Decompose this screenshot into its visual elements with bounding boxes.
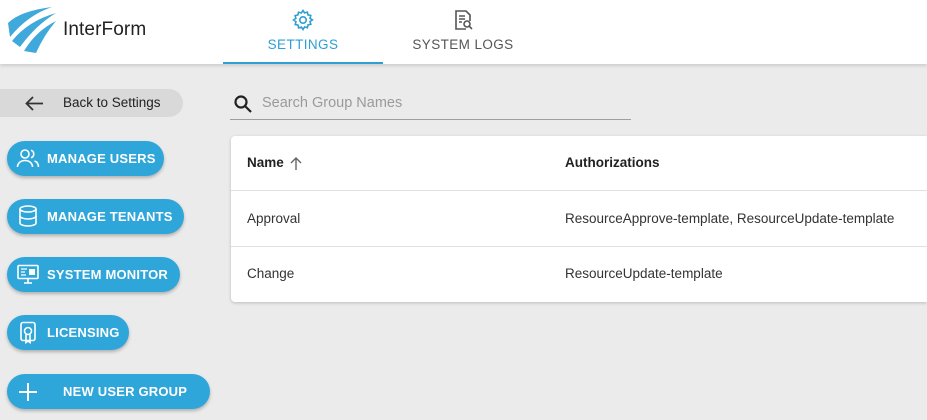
back-to-settings-button[interactable]: Back to Settings (0, 89, 183, 117)
table-row[interactable]: Approval ResourceApprove-template, Resou… (231, 192, 927, 247)
gear-icon (292, 9, 314, 31)
group-name-cell: Approval (247, 211, 301, 226)
users-icon (16, 149, 40, 168)
groups-table: Name Authorizations Approval ResourceApp… (231, 136, 927, 302)
tab-system-logs-label: SYSTEM LOGS (412, 37, 514, 52)
new-user-group-button[interactable]: NEW USER GROUP (7, 374, 210, 409)
monitor-icon (17, 264, 39, 284)
interform-logo (8, 7, 56, 53)
search-input[interactable] (262, 92, 622, 114)
arrow-left-icon (25, 96, 43, 111)
back-to-settings-label: Back to Settings (63, 95, 161, 110)
group-name-cell: Change (247, 266, 295, 281)
manage-users-label: MANAGE USERS (47, 151, 156, 166)
column-header-name[interactable]: Name (247, 155, 284, 170)
tab-settings-label: SETTINGS (267, 37, 339, 52)
authorizations-cell: ResourceApprove-template, ResourceUpdate… (565, 211, 895, 226)
column-header-authorizations: Authorizations (565, 155, 660, 170)
app-title: InterForm (63, 19, 147, 40)
manage-tenants-button[interactable]: MANAGE TENANTS (7, 199, 184, 234)
top-bar: InterForm SETTINGS SYSTEM LOGS (0, 0, 927, 64)
licensing-button[interactable]: LICENSING (7, 315, 129, 350)
table-header-row: Name Authorizations (231, 136, 927, 191)
system-monitor-label: SYSTEM MONITOR (47, 267, 169, 282)
licensing-label: LICENSING (47, 325, 120, 340)
authorizations-cell: ResourceUpdate-template (565, 266, 723, 281)
search-icon (234, 95, 252, 113)
manage-users-button[interactable]: MANAGE USERS (7, 141, 164, 176)
active-tab-indicator (223, 62, 383, 64)
manage-tenants-label: MANAGE TENANTS (47, 209, 173, 224)
license-badge-icon (20, 321, 36, 345)
search-bar (230, 89, 631, 120)
new-user-group-label: NEW USER GROUP (63, 384, 188, 399)
sort-ascending-icon[interactable] (289, 156, 303, 171)
log-search-icon (455, 10, 473, 30)
system-monitor-button[interactable]: SYSTEM MONITOR (7, 257, 180, 292)
tab-system-logs[interactable]: SYSTEM LOGS (383, 0, 543, 64)
tab-settings[interactable]: SETTINGS (223, 0, 383, 64)
table-row[interactable]: Change ResourceUpdate-template (231, 247, 927, 302)
database-icon (19, 205, 37, 227)
plus-icon (19, 383, 37, 401)
